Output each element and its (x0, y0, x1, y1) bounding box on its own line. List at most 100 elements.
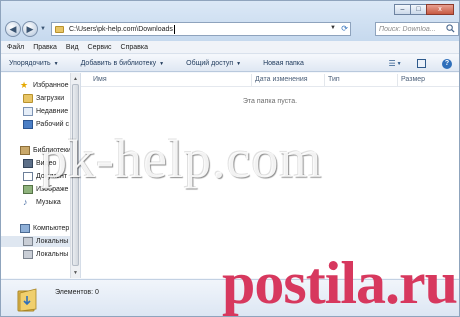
menu-file[interactable]: Файл (7, 44, 24, 51)
computer-icon (20, 224, 30, 233)
hard-drive-icon (23, 250, 33, 259)
chevron-down-icon: ▼ (159, 60, 165, 67)
organize-label: Упорядочить (9, 59, 51, 67)
nav-music-label: Музыка (36, 199, 61, 206)
arrow-right-icon: ▶ (26, 23, 34, 34)
video-library-icon (23, 159, 33, 168)
nav-local-disk-1-label: Локальны (36, 238, 69, 245)
hard-drive-icon (23, 237, 33, 246)
nav-local-disk-1[interactable]: Локальны (1, 236, 71, 247)
chevron-down-icon: ▼ (396, 60, 402, 67)
file-list-pane[interactable]: Имя Дата изменения Тип Размер Эта папка … (81, 73, 459, 278)
nav-desktop[interactable]: Рабочий с (23, 119, 69, 130)
title-bar: – □ x ◀ ▶ ▼ C:\Users\pk-help.com\Downloa… (1, 1, 459, 41)
column-header-row: Имя Дата изменения Тип Размер (81, 73, 459, 87)
forward-button[interactable]: ▶ (22, 21, 38, 37)
add-to-library-label: Добавить в библиотеку (80, 59, 157, 67)
nav-local-disk-2[interactable]: Локальны (23, 249, 68, 260)
address-bar[interactable]: C:\Users\pk-help.com\Downloads ▼ ⟳ (51, 22, 351, 36)
nav-video[interactable]: Видео (23, 158, 56, 169)
menu-view[interactable]: Вид (66, 44, 79, 51)
nav-computer-label: Компьютер (33, 225, 70, 232)
arrow-left-icon: ◀ (9, 23, 17, 34)
nav-pictures[interactable]: Изображе (23, 184, 68, 195)
command-bar: Упорядочить ▼ Добавить в библиотеку ▼ Общи… (1, 55, 459, 72)
item-count: Элементов: 0 (55, 289, 99, 296)
explorer-window: – □ x ◀ ▶ ▼ C:\Users\pk-help.com\Downloa… (0, 0, 460, 317)
view-list-icon: ☰ (388, 59, 396, 68)
share-button[interactable]: Общий доступ ▼ (186, 60, 241, 67)
minimize-button[interactable]: – (394, 4, 411, 15)
nav-favorites-label: Избранное (33, 82, 69, 89)
close-button[interactable]: x (426, 4, 454, 15)
column-type[interactable]: Тип (328, 76, 340, 83)
folder-icon (55, 25, 64, 33)
organize-button[interactable]: Упорядочить ▼ (9, 60, 59, 67)
nav-libraries[interactable]: Библиотеки (20, 145, 71, 156)
refresh-icon[interactable]: ⟳ (341, 24, 348, 33)
nav-downloads[interactable]: Загрузки (23, 93, 64, 104)
change-view-button[interactable]: ☰ ▼ (388, 58, 402, 69)
nav-recent-label: Недавние (36, 108, 69, 115)
pictures-library-icon (23, 185, 33, 194)
details-pane: Элементов: 0 (1, 279, 459, 316)
nav-favorites[interactable]: ★ Избранное (20, 80, 68, 91)
column-date-modified[interactable]: Дата изменения (255, 76, 308, 83)
text-caret (173, 24, 175, 34)
menu-help[interactable]: Справка (121, 44, 148, 51)
chevron-down-icon: ▼ (53, 60, 59, 67)
navigation-pane: ★ Избранное Загрузки Недавние Рабочий с Б… (1, 73, 81, 278)
help-button[interactable]: ? (441, 58, 453, 69)
desktop-icon (23, 120, 33, 129)
scroll-up-icon[interactable]: ▲ (71, 74, 80, 83)
nav-video-label: Видео (36, 160, 57, 167)
column-divider[interactable] (324, 74, 325, 86)
music-library-icon: ♪ (23, 197, 28, 207)
menu-tools[interactable]: Сервис (88, 44, 112, 51)
add-to-library-button[interactable]: Добавить в библиотеку ▼ (81, 60, 165, 67)
scroll-down-icon[interactable]: ▼ (71, 268, 80, 277)
nav-local-disk-2-label: Локальны (36, 251, 69, 258)
documents-library-icon (23, 172, 33, 181)
chevron-down-icon: ▼ (40, 26, 46, 32)
view-controls: ☰ ▼ ? (375, 58, 453, 69)
address-dropdown-icon[interactable]: ▼ (330, 25, 336, 31)
recent-places-icon (23, 107, 33, 116)
column-divider[interactable] (397, 74, 398, 86)
nav-libraries-label: Библиотеки (33, 147, 71, 154)
folder-icon (17, 288, 37, 312)
menu-bar: Файл Правка Вид Сервис Справка (1, 41, 459, 54)
library-icon (20, 146, 30, 155)
downloads-folder-icon (23, 94, 33, 103)
recent-pages-dropdown[interactable]: ▼ (40, 26, 46, 32)
preview-pane-icon (416, 59, 426, 68)
nav-desktop-label: Рабочий с (36, 121, 69, 128)
search-box[interactable]: Поиск: Downloa... (375, 22, 459, 36)
window-controls: – □ x (394, 4, 454, 15)
menu-edit[interactable]: Правка (33, 44, 57, 51)
column-name[interactable]: Имя (93, 76, 107, 83)
nav-computer[interactable]: Компьютер (20, 223, 69, 234)
back-button[interactable]: ◀ (5, 21, 21, 37)
nav-pictures-label: Изображе (36, 186, 69, 193)
star-icon: ★ (20, 80, 29, 90)
nav-documents-label: Документ (36, 173, 68, 180)
column-divider[interactable] (251, 74, 252, 86)
address-path[interactable]: C:\Users\pk-help.com\Downloads (69, 26, 173, 33)
help-icon: ? (442, 58, 452, 69)
new-folder-button[interactable]: Новая папка (263, 60, 304, 67)
share-label: Общий доступ (186, 59, 234, 67)
nav-downloads-label: Загрузки (36, 95, 65, 102)
search-icon[interactable] (446, 24, 455, 33)
search-input[interactable]: Поиск: Downloa... (379, 26, 436, 33)
nav-recent[interactable]: Недавние (23, 106, 68, 117)
maximize-button[interactable]: □ (410, 4, 427, 15)
nav-music[interactable]: ♪ Музыка (23, 197, 61, 208)
empty-folder-message: Эта папка пуста. (242, 98, 298, 105)
preview-pane-button[interactable] (415, 58, 427, 69)
scroll-thumb[interactable] (72, 84, 79, 266)
column-size[interactable]: Размер (401, 76, 425, 83)
nav-scrollbar[interactable]: ▲ ▼ (70, 73, 80, 278)
chevron-down-icon: ▼ (236, 60, 242, 67)
nav-documents[interactable]: Документ (23, 171, 67, 182)
